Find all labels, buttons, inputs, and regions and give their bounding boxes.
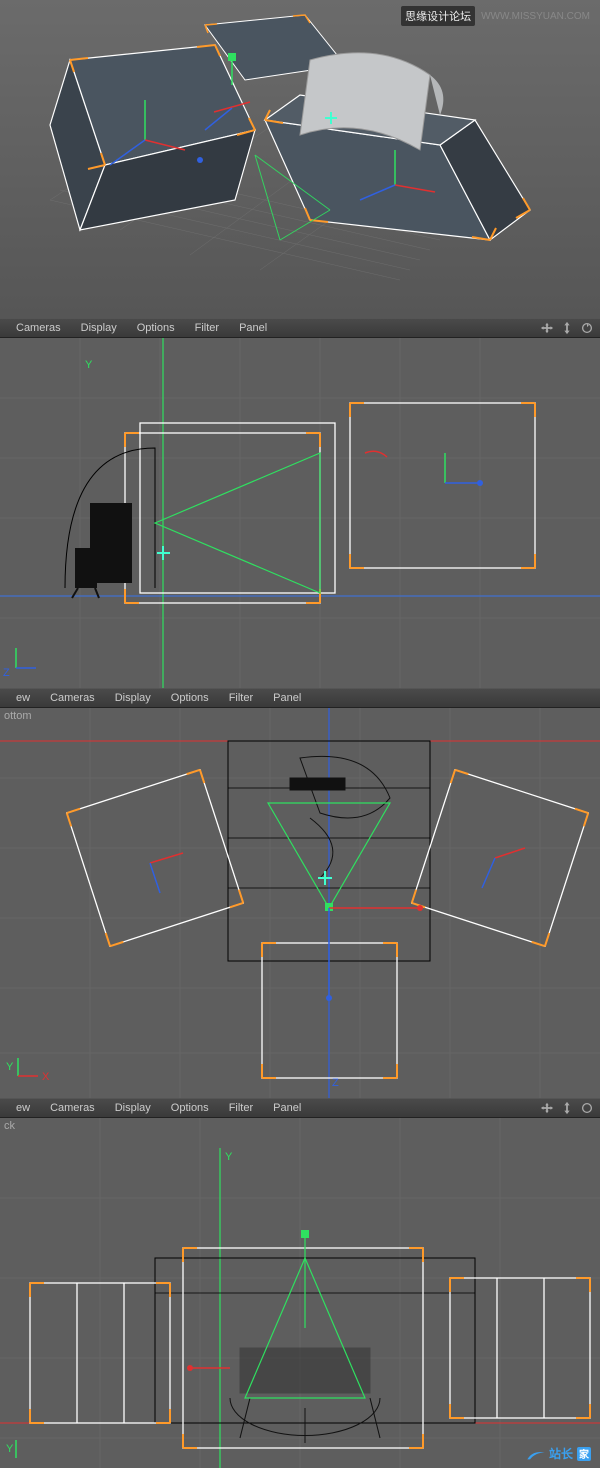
viewport-menubar-4: ew Cameras Display Options Filter Panel xyxy=(0,1098,600,1118)
menu-display[interactable]: Display xyxy=(105,1099,161,1117)
menu-panel[interactable]: Panel xyxy=(263,689,311,707)
watermark-cn-text: 思缘设计论坛 xyxy=(401,6,475,26)
menu-display[interactable]: Display xyxy=(105,689,161,707)
svg-text:Z: Z xyxy=(3,667,10,679)
menu-filter[interactable]: Filter xyxy=(219,689,263,707)
svg-text:Y: Y xyxy=(6,1061,14,1073)
menu-options[interactable]: Options xyxy=(161,1099,219,1117)
bottom-canvas[interactable]: Y X Z xyxy=(0,708,600,1098)
perspective-canvas[interactable] xyxy=(0,0,600,318)
pan-icon[interactable] xyxy=(540,1101,554,1115)
svg-text:Y: Y xyxy=(85,359,93,371)
menu-display[interactable]: Display xyxy=(71,319,127,337)
zoom-icon[interactable] xyxy=(560,321,574,335)
perspective-viewport[interactable]: 思缘设计论坛 WWW.MISSYUAN.COM xyxy=(0,0,600,318)
menu-cameras[interactable]: Cameras xyxy=(6,319,71,337)
stamp-icon: 家 xyxy=(576,1446,592,1462)
back-canvas[interactable]: Y xyxy=(0,1118,600,1468)
zoom-icon[interactable] xyxy=(560,1101,574,1115)
back-viewport[interactable]: ew Cameras Display Options Filter Panel … xyxy=(0,1098,600,1468)
rotate-icon[interactable] xyxy=(580,1101,594,1115)
svg-text:X: X xyxy=(42,1071,50,1083)
cube-left[interactable] xyxy=(50,45,255,230)
bottom-logo-text: 站长 xyxy=(549,1445,573,1462)
viewport-name-bottom: ottom xyxy=(4,710,32,722)
watermark-url: WWW.MISSYUAN.COM xyxy=(481,11,590,22)
svg-text:家: 家 xyxy=(579,1448,590,1461)
viewport-nav-icons xyxy=(540,1101,594,1115)
menu-options[interactable]: Options xyxy=(161,689,219,707)
menu-cameras[interactable]: Cameras xyxy=(40,689,105,707)
menu-view[interactable]: ew xyxy=(6,1099,40,1117)
side-canvas[interactable]: Y xyxy=(0,338,600,688)
menu-view[interactable]: ew xyxy=(6,689,40,707)
viewport-name-back: ck xyxy=(4,1120,15,1132)
viewport-nav-icons xyxy=(540,321,594,335)
viewport-menubar: Cameras Display Options Filter Panel xyxy=(0,318,600,338)
viewport-menubar-3: ew Cameras Display Options Filter Panel xyxy=(0,688,600,708)
svg-text:Y: Y xyxy=(6,1443,14,1455)
bottom-viewport[interactable]: ew Cameras Display Options Filter Panel … xyxy=(0,688,600,1098)
menu-panel[interactable]: Panel xyxy=(263,1099,311,1117)
svg-text:Y: Y xyxy=(225,1151,233,1163)
side-viewport[interactable]: Cameras Display Options Filter Panel Y xyxy=(0,318,600,688)
pan-icon[interactable] xyxy=(540,321,554,335)
watermark: 思缘设计论坛 WWW.MISSYUAN.COM xyxy=(401,6,590,26)
menu-panel[interactable]: Panel xyxy=(229,319,277,337)
menu-options[interactable]: Options xyxy=(127,319,185,337)
menu-filter[interactable]: Filter xyxy=(219,1099,263,1117)
swoosh-icon xyxy=(526,1447,546,1461)
bottom-logo: 站长 家 xyxy=(526,1445,592,1462)
menu-cameras[interactable]: Cameras xyxy=(40,1099,105,1117)
rotate-icon[interactable] xyxy=(580,321,594,335)
menu-filter[interactable]: Filter xyxy=(185,319,229,337)
svg-text:Z: Z xyxy=(332,1077,339,1089)
